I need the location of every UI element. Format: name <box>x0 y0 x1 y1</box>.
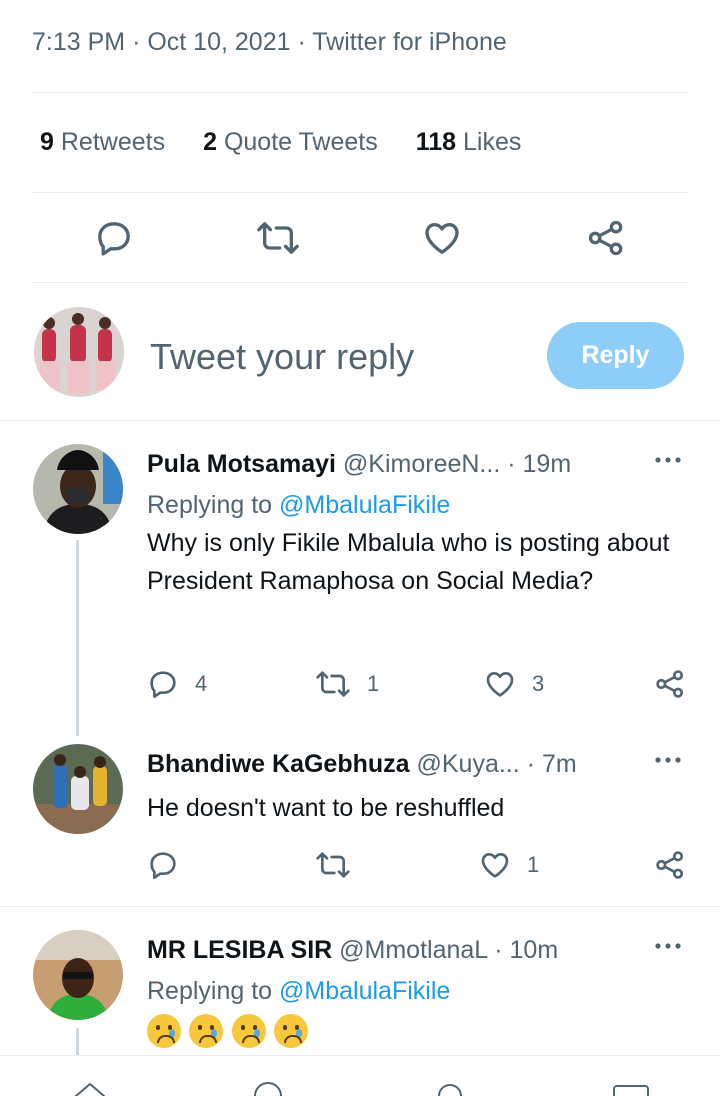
reply-tweet[interactable]: Pula Motsamayi @KimoreeN... · 19m Replyi… <box>147 450 692 600</box>
like-icon[interactable] <box>422 218 462 258</box>
tweet-age: 19m <box>522 450 572 478</box>
thread-line <box>76 1028 79 1055</box>
messages-icon[interactable] <box>612 1084 650 1096</box>
reply-count: 4 <box>195 671 208 696</box>
notifications-icon[interactable] <box>434 1082 466 1096</box>
reply-tweet[interactable]: Bhandiwe KaGebhuza @Kuya... · 7m He does… <box>147 750 692 827</box>
reply-input[interactable]: Tweet your reply <box>150 336 414 378</box>
author-handle[interactable]: @KimoreeN... <box>343 450 500 478</box>
author-name[interactable]: Bhandiwe KaGebhuza <box>147 750 410 778</box>
like-count: 3 <box>532 671 545 696</box>
share-icon[interactable] <box>654 668 686 700</box>
home-icon[interactable] <box>74 1082 106 1096</box>
tweet-text: He doesn't want to be reshuffled <box>147 794 505 822</box>
retweet-icon[interactable] <box>256 218 300 258</box>
retweet-count: 1 <box>367 671 380 696</box>
like-icon[interactable] <box>479 849 511 881</box>
retweets-stat[interactable]: 9 Retweets <box>40 128 165 157</box>
tweet-meta: 7:13 PM · Oct 10, 2021 · Twitter for iPh… <box>32 28 507 56</box>
reply-button[interactable]: Reply <box>547 322 684 389</box>
crying-face-emoji <box>231 1014 266 1048</box>
divider <box>32 282 688 283</box>
tweet-age: 10m <box>509 936 559 964</box>
author-name[interactable]: Pula Motsamayi <box>147 450 336 478</box>
author-handle[interactable]: @MmotlanaL <box>339 936 487 964</box>
tweet-text: Why is only Fikile Mbalula who is postin… <box>147 529 670 595</box>
tweet-actions: 1 <box>147 849 692 881</box>
like-icon[interactable] <box>484 668 516 700</box>
avatar[interactable] <box>33 930 123 1020</box>
more-options-icon[interactable] <box>652 936 684 956</box>
crying-face-emoji <box>274 1014 309 1048</box>
divider <box>0 420 720 421</box>
divider <box>32 192 688 193</box>
reply-tweet[interactable]: MR LESIBA SIR @MmotlanaL · 10m Replying … <box>147 936 692 1048</box>
divider <box>0 906 720 907</box>
quote-tweets-stat[interactable]: 2 Quote Tweets <box>203 128 378 157</box>
share-icon[interactable] <box>654 849 686 881</box>
mention-link[interactable]: @MbalulaFikile <box>279 977 450 1005</box>
thread-line <box>76 540 79 736</box>
reply-icon[interactable] <box>94 218 134 258</box>
like-count: 1 <box>527 852 540 877</box>
tweet-source[interactable]: Twitter for iPhone <box>312 28 507 56</box>
bottom-nav <box>0 1055 720 1096</box>
more-options-icon[interactable] <box>652 450 684 470</box>
author-handle[interactable]: @Kuya... <box>417 750 520 778</box>
more-options-icon[interactable] <box>652 750 684 770</box>
crying-face-emoji <box>147 1014 181 1048</box>
tweet-stats: 9 Retweets 2 Quote Tweets 118 Likes <box>40 128 521 157</box>
replying-to: Replying to @MbalulaFikile <box>147 977 451 1005</box>
divider <box>32 92 688 93</box>
tweet-age: 7m <box>541 750 577 778</box>
reply-icon[interactable] <box>147 849 179 881</box>
tweet-actions: 4 1 3 <box>147 668 692 700</box>
crying-face-emoji <box>189 1014 224 1048</box>
emoji-row <box>147 1014 692 1048</box>
author-name[interactable]: MR LESIBA SIR <box>147 936 332 964</box>
avatar[interactable] <box>33 744 123 834</box>
share-icon[interactable] <box>586 218 626 258</box>
likes-stat[interactable]: 118 Likes <box>416 128 522 157</box>
user-avatar[interactable] <box>34 307 124 397</box>
tweet-date: Oct 10, 2021 <box>147 28 291 56</box>
retweet-icon[interactable] <box>315 668 351 700</box>
avatar[interactable] <box>33 444 123 534</box>
tweet-time: 7:13 PM <box>32 28 126 56</box>
search-icon[interactable] <box>252 1082 284 1096</box>
retweet-icon[interactable] <box>315 849 351 881</box>
mention-link[interactable]: @MbalulaFikile <box>279 491 450 519</box>
reply-icon[interactable] <box>147 668 179 700</box>
replying-to: Replying to @MbalulaFikile <box>147 491 451 519</box>
